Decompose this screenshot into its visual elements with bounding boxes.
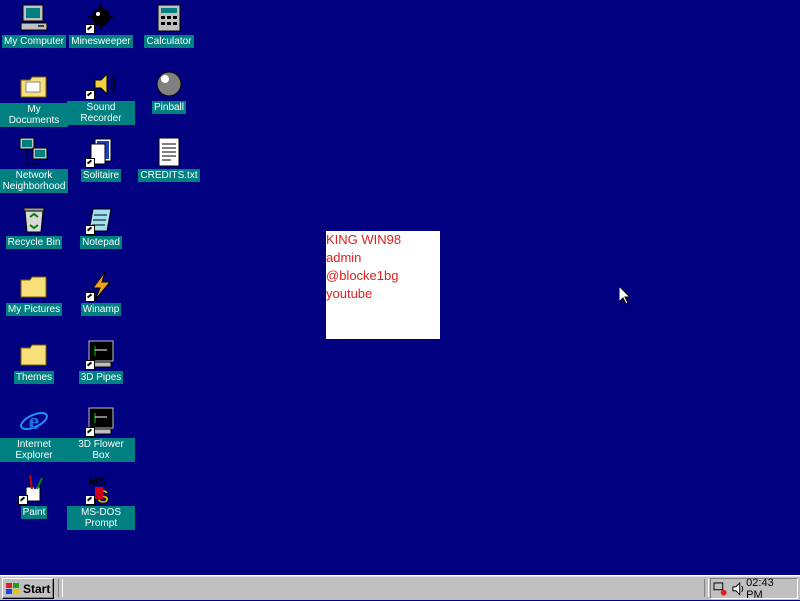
folder-icon [18,270,50,302]
icon-label: My Pictures [5,303,63,316]
shortcut-arrow-icon [85,225,95,235]
shortcut-arrow-icon [85,90,95,100]
start-label: Start [23,581,51,596]
3d-pipes-icon[interactable]: 3D Pipes [67,338,135,402]
lightning-icon [85,270,117,302]
notepad-icon[interactable]: Notepad [67,203,135,267]
shortcut-arrow-icon [85,158,95,168]
shortcut-arrow-icon [85,360,95,370]
screensaver-icon [85,338,117,370]
icon-label: Winamp [80,303,122,316]
ie-logo-icon: e [18,405,50,437]
icon-label: Pinball [151,101,187,114]
themes-icon[interactable]: Themes [0,338,68,402]
text-note: KING WIN98 admin @blocke1bg youtube [326,231,440,339]
network-icon [18,136,50,168]
my-computer-icon[interactable]: My Computer [0,2,68,66]
my-pictures-icon[interactable]: My Pictures [0,270,68,334]
pinball-ball-icon [153,68,185,100]
icon-label: MS-DOS Prompt [67,506,135,530]
recycle-bin-icon[interactable]: Recycle Bin [0,203,68,267]
pinball-icon[interactable]: Pinball [135,68,203,132]
network-neighborhood-icon[interactable]: Network Neighborhood [0,136,68,200]
icon-label: My Computer [1,35,66,48]
clock[interactable]: 02:43 PM [746,577,792,601]
desktop[interactable]: My Computer My Documents Network Neighbo… [0,0,800,575]
folder-documents-icon [18,70,50,102]
solitaire-icon[interactable]: Solitaire [67,136,135,200]
my-documents-icon[interactable]: My Documents [0,70,68,134]
icon-label: Minesweeper [69,35,133,48]
icon-label: Recycle Bin [5,236,63,249]
taskbar-grip[interactable] [58,579,63,597]
mouse-cursor-icon [618,284,632,305]
shortcut-arrow-icon [85,495,95,505]
3d-flower-box-icon[interactable]: 3D Flower Box [67,405,135,469]
tray-grip[interactable] [704,579,709,597]
winamp-icon[interactable]: Winamp [67,270,135,334]
icon-label: 3D Pipes [78,371,124,384]
trash-icon [18,203,50,235]
internet-explorer-icon[interactable]: e Internet Explorer [0,405,68,469]
icon-label: Sound Recorder [67,101,135,125]
note-line: @blocke1bg [326,268,399,283]
cards-icon [85,136,117,168]
icon-label: Notepad [80,236,122,249]
calculator-icon[interactable]: Calculator [135,2,203,66]
minesweeper-icon[interactable]: Minesweeper [67,2,135,66]
paint-icon[interactable]: Paint [0,473,68,537]
note-line: KING WIN98 [326,232,402,247]
icon-label: Paint [20,506,48,519]
folder-icon [18,338,50,370]
computer-icon [18,2,50,34]
shortcut-arrow-icon [85,292,95,302]
icon-label: 3D Flower Box [67,438,135,462]
icon-label: Network Neighborhood [0,169,68,193]
system-tray: 02:43 PM [710,577,798,601]
ms-dos-prompt-icon[interactable]: MS S MS-DOS Prompt [67,473,135,537]
credits-txt-icon[interactable]: CREDITS.txt [135,136,203,200]
network-tray-icon[interactable] [713,581,729,597]
calculator-keys-icon [153,2,185,34]
icon-label: Themes [13,371,55,384]
icon-label: Solitaire [80,169,122,182]
taskbar: Start 02:43 PM [0,575,800,601]
shortcut-arrow-icon [18,495,28,505]
ms-dos-icon: MS S [85,473,117,505]
paintbrush-icon [18,473,50,505]
windows-logo-icon [6,582,19,594]
icon-label: Calculator [144,35,194,48]
volume-icon[interactable] [731,581,747,597]
shortcut-arrow-icon [85,24,95,34]
text-file-icon [153,136,185,168]
icon-label: Internet Explorer [0,438,68,462]
note-line: youtube [326,286,373,301]
sound-recorder-icon[interactable]: Sound Recorder [67,68,135,132]
notepad-pad-icon [85,203,117,235]
shortcut-arrow-icon [85,427,95,437]
icon-label: CREDITS.txt [138,169,200,182]
note-line: admin [326,250,362,265]
mine-icon [85,2,117,34]
icon-label: My Documents [0,103,68,127]
speaker-icon [85,68,117,100]
start-button[interactable]: Start [2,578,54,599]
svg-text:e: e [29,409,40,435]
screensaver-icon [85,405,117,437]
